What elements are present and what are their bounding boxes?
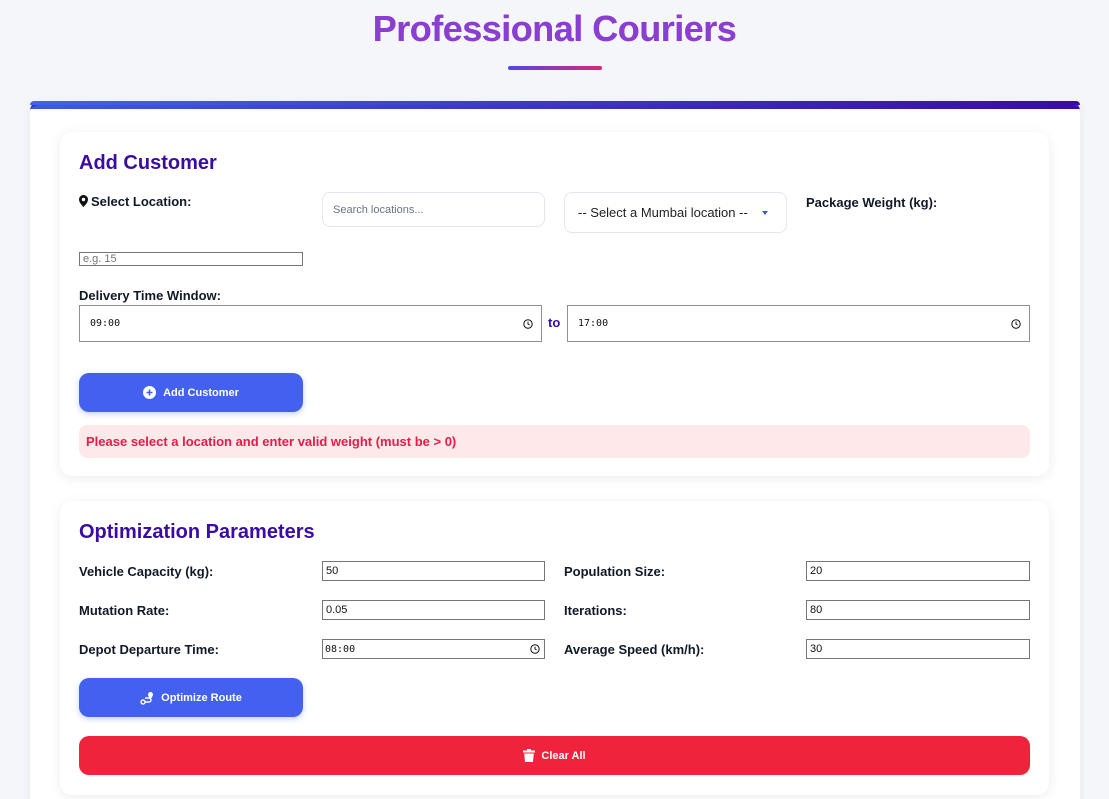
clock-icon xyxy=(530,644,540,654)
location-select-value: -- Select a Mumbai location -- xyxy=(578,205,748,220)
time-window-label: Delivery Time Window: xyxy=(79,288,221,303)
chevron-down-icon xyxy=(762,211,768,215)
location-search-input[interactable] xyxy=(322,192,545,227)
depot-departure-value: 08:00 xyxy=(325,643,356,655)
weight-input[interactable] xyxy=(79,252,303,266)
vehicle-capacity-label: Vehicle Capacity (kg): xyxy=(79,564,214,579)
population-size-input[interactable] xyxy=(806,561,1030,581)
optimize-route-button[interactable]: Optimize Route xyxy=(79,678,303,717)
weight-label: Package Weight (kg): xyxy=(806,195,938,210)
depot-departure-input[interactable]: 08:00 xyxy=(322,639,545,659)
mutation-rate-label: Mutation Rate: xyxy=(79,603,170,618)
time-window-start-input[interactable]: 09:00 xyxy=(79,305,542,342)
time-window-start-value: 09:00 xyxy=(90,318,121,329)
iterations-input[interactable] xyxy=(806,600,1030,620)
clock-icon xyxy=(1011,318,1021,329)
location-label: Select Location: xyxy=(91,194,192,209)
add-customer-heading: Add Customer xyxy=(79,152,217,174)
location-select[interactable]: -- Select a Mumbai location -- xyxy=(564,192,787,233)
plus-circle-icon xyxy=(143,386,157,399)
clear-all-button[interactable]: Clear All xyxy=(79,736,1030,775)
location-label-row: Select Location: xyxy=(79,194,191,209)
optimization-params-heading: Optimization Parameters xyxy=(79,521,315,543)
time-window-end-input[interactable]: 17:00 xyxy=(567,305,1030,342)
error-message: Please select a location and enter valid… xyxy=(79,425,1030,458)
add-customer-button-label: Add Customer xyxy=(163,386,239,399)
clear-all-button-label: Clear All xyxy=(541,749,586,762)
optimize-route-button-label: Optimize Route xyxy=(161,691,242,704)
title-underline xyxy=(508,66,602,70)
page-title: Professional Couriers xyxy=(0,8,1109,50)
depot-departure-label: Depot Departure Time: xyxy=(79,642,219,657)
avg-speed-input[interactable] xyxy=(806,639,1030,659)
mutation-rate-input[interactable] xyxy=(322,600,545,620)
time-window-end-value: 17:00 xyxy=(578,318,609,329)
population-size-label: Population Size: xyxy=(564,564,666,579)
to-label: to xyxy=(548,315,561,330)
trash-icon xyxy=(523,749,536,762)
clock-icon xyxy=(523,318,533,329)
route-icon xyxy=(140,691,154,705)
vehicle-capacity-input[interactable] xyxy=(322,561,545,581)
add-customer-button[interactable]: Add Customer xyxy=(79,373,303,412)
avg-speed-label: Average Speed (km/h): xyxy=(564,642,705,657)
iterations-label: Iterations: xyxy=(564,603,627,618)
map-pin-icon xyxy=(79,195,88,207)
